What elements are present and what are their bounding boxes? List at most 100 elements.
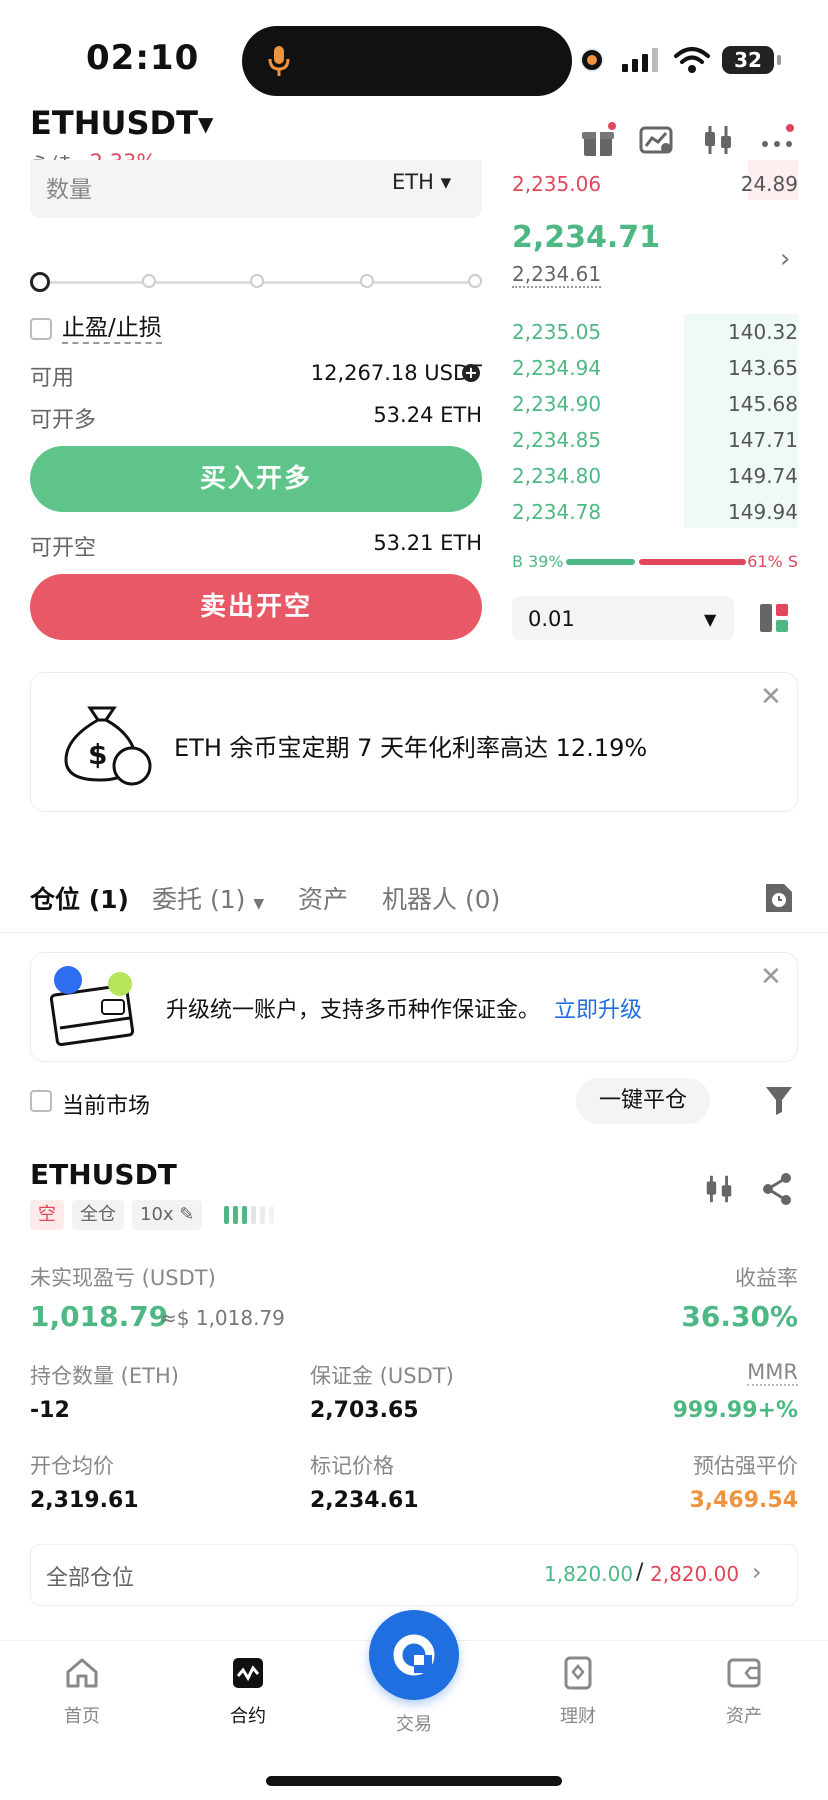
nav-earn-label: 理财	[560, 1706, 596, 1727]
slider-step-75[interactable]	[360, 274, 374, 288]
close-icon[interactable]: ✕	[760, 682, 782, 712]
bid-price[interactable]: 2,234.80	[512, 464, 601, 488]
gift-icon[interactable]	[580, 122, 620, 158]
quantity-unit-label: ETH	[392, 170, 434, 194]
trade-logo-icon	[369, 1610, 459, 1700]
money-bag-icon: $	[60, 694, 156, 794]
sell-short-button[interactable]: 卖出开空	[30, 574, 482, 640]
available-label: 可用	[30, 366, 75, 391]
nav-trade[interactable]: 交易	[354, 1610, 474, 1736]
filter-icon[interactable]	[764, 1084, 794, 1120]
mmr-label[interactable]: MMR	[747, 1360, 798, 1386]
price-alert-icon[interactable]	[638, 122, 678, 158]
pair-dropdown-icon[interactable]: ▼	[198, 112, 213, 136]
position-size-label: 持仓数量 (ETH)	[30, 1364, 179, 1388]
position-size-value: -12	[30, 1398, 70, 1423]
cellular-signal-icon	[622, 48, 662, 76]
bid-qty: 149.74	[728, 464, 798, 488]
home-icon	[66, 1658, 98, 1688]
earn-icon	[564, 1656, 592, 1690]
bid-qty: 149.94	[728, 500, 798, 524]
ask-qty: 24.89	[740, 172, 798, 196]
roe-label: 收益率	[735, 1266, 798, 1290]
sell-ratio: 61% S	[747, 552, 798, 571]
chevron-right-icon[interactable]: ›	[780, 244, 790, 274]
margin-label: 保证金 (USDT)	[310, 1364, 454, 1388]
quantity-unit-select[interactable]: ETH ▾	[392, 170, 451, 194]
bid-qty: 140.32	[728, 320, 798, 344]
buy-ratio-bar	[566, 559, 635, 565]
position-symbol[interactable]: ETHUSDT	[30, 1158, 177, 1191]
liquidation-price-label: 预估强平价	[693, 1454, 798, 1478]
all-positions-label: 全部仓位	[46, 1566, 135, 1591]
transfer-plus-icon[interactable]: +	[462, 364, 480, 382]
entry-price-value: 2,319.61	[30, 1488, 139, 1513]
nav-assets-label: 资产	[726, 1706, 762, 1727]
nav-trade-label: 交易	[396, 1714, 432, 1735]
slider-step-25[interactable]	[142, 274, 156, 288]
caret-down-icon: ▼	[253, 896, 265, 912]
wallet-icon	[727, 1658, 761, 1688]
tpsl-checkbox[interactable]	[30, 318, 52, 340]
dynamic-island	[242, 26, 572, 96]
chevron-right-icon[interactable]: ›	[752, 1558, 762, 1586]
tab-positions[interactable]: 仓位 (1)	[30, 880, 129, 916]
bid-price[interactable]: 2,234.85	[512, 428, 601, 452]
buy-ratio: B 39%	[512, 552, 564, 571]
leverage-tag[interactable]: 10x ✎	[132, 1200, 203, 1230]
mark-price-value: 2,234.61	[310, 1488, 419, 1513]
all-positions-long: 1,820.00	[544, 1562, 634, 1586]
bid-qty: 143.65	[728, 356, 798, 380]
bid-price[interactable]: 2,234.90	[512, 392, 601, 416]
more-menu-icon[interactable]	[760, 122, 800, 158]
current-market-checkbox[interactable]	[30, 1090, 52, 1112]
close-icon[interactable]: ✕	[760, 962, 782, 992]
candlestick-chart-icon[interactable]	[702, 1172, 736, 1210]
upgrade-link[interactable]: 立即升级	[554, 992, 642, 1024]
liquidation-price-value: 3,469.54	[689, 1488, 798, 1513]
svg-text:$: $	[88, 738, 107, 771]
caret-down-icon: ▼	[704, 610, 717, 629]
ask-price[interactable]: 2,235.06	[512, 172, 601, 196]
current-market-label[interactable]: 当前市场	[62, 1088, 150, 1120]
history-icon[interactable]	[764, 882, 794, 918]
slider-step-100[interactable]	[468, 274, 482, 288]
can-short-label: 可开空	[30, 536, 97, 561]
battery-icon: 32	[722, 46, 781, 74]
margin-mode-tag: 全仓	[72, 1200, 124, 1230]
futures-icon	[233, 1658, 263, 1688]
tab-orders[interactable]: 委托 (1) ▼	[152, 880, 264, 916]
orderbook-layout-icon[interactable]	[758, 602, 790, 638]
tab-orders-label: 委托 (1)	[152, 885, 246, 914]
nav-home[interactable]: 首页	[22, 1656, 142, 1728]
nav-earn[interactable]: 理财	[518, 1656, 638, 1728]
can-long-label: 可开多	[30, 408, 97, 433]
slider-step-50[interactable]	[250, 274, 264, 288]
upnl-label: 未实现盈亏 (USDT)	[30, 1266, 216, 1290]
edit-icon: ✎	[179, 1204, 195, 1225]
buy-long-button[interactable]: 买入开多	[30, 446, 482, 512]
last-price[interactable]: 2,234.71	[512, 220, 660, 255]
close-all-button[interactable]: 一键平仓	[576, 1078, 710, 1124]
nav-futures[interactable]: 合约	[188, 1656, 308, 1728]
tab-bots[interactable]: 机器人 (0)	[382, 880, 500, 916]
pair-title[interactable]: ETHUSDT	[30, 104, 198, 142]
bid-qty: 147.71	[728, 428, 798, 452]
share-icon[interactable]	[760, 1172, 794, 1210]
can-long-value: 53.24 ETH	[373, 403, 482, 427]
nav-assets[interactable]: 资产	[684, 1656, 804, 1728]
bid-price[interactable]: 2,234.78	[512, 500, 601, 524]
margin-value: 2,703.65	[310, 1398, 419, 1423]
candlestick-chart-icon[interactable]	[700, 122, 740, 158]
sell-ratio-bar	[639, 559, 746, 565]
slider-handle[interactable]	[30, 272, 50, 292]
bid-price[interactable]: 2,234.94	[512, 356, 601, 380]
risk-level-bars-icon	[224, 1204, 276, 1230]
tpsl-label[interactable]: 止盈/止损	[62, 314, 162, 344]
bid-price[interactable]: 2,235.05	[512, 320, 601, 344]
wifi-icon	[674, 46, 710, 78]
depth-precision-value: 0.01	[528, 607, 575, 631]
tab-assets[interactable]: 资产	[298, 880, 348, 916]
available-value: 12,267.18 USDT	[310, 361, 482, 385]
mmr-value: 999.99+%	[672, 1398, 798, 1423]
